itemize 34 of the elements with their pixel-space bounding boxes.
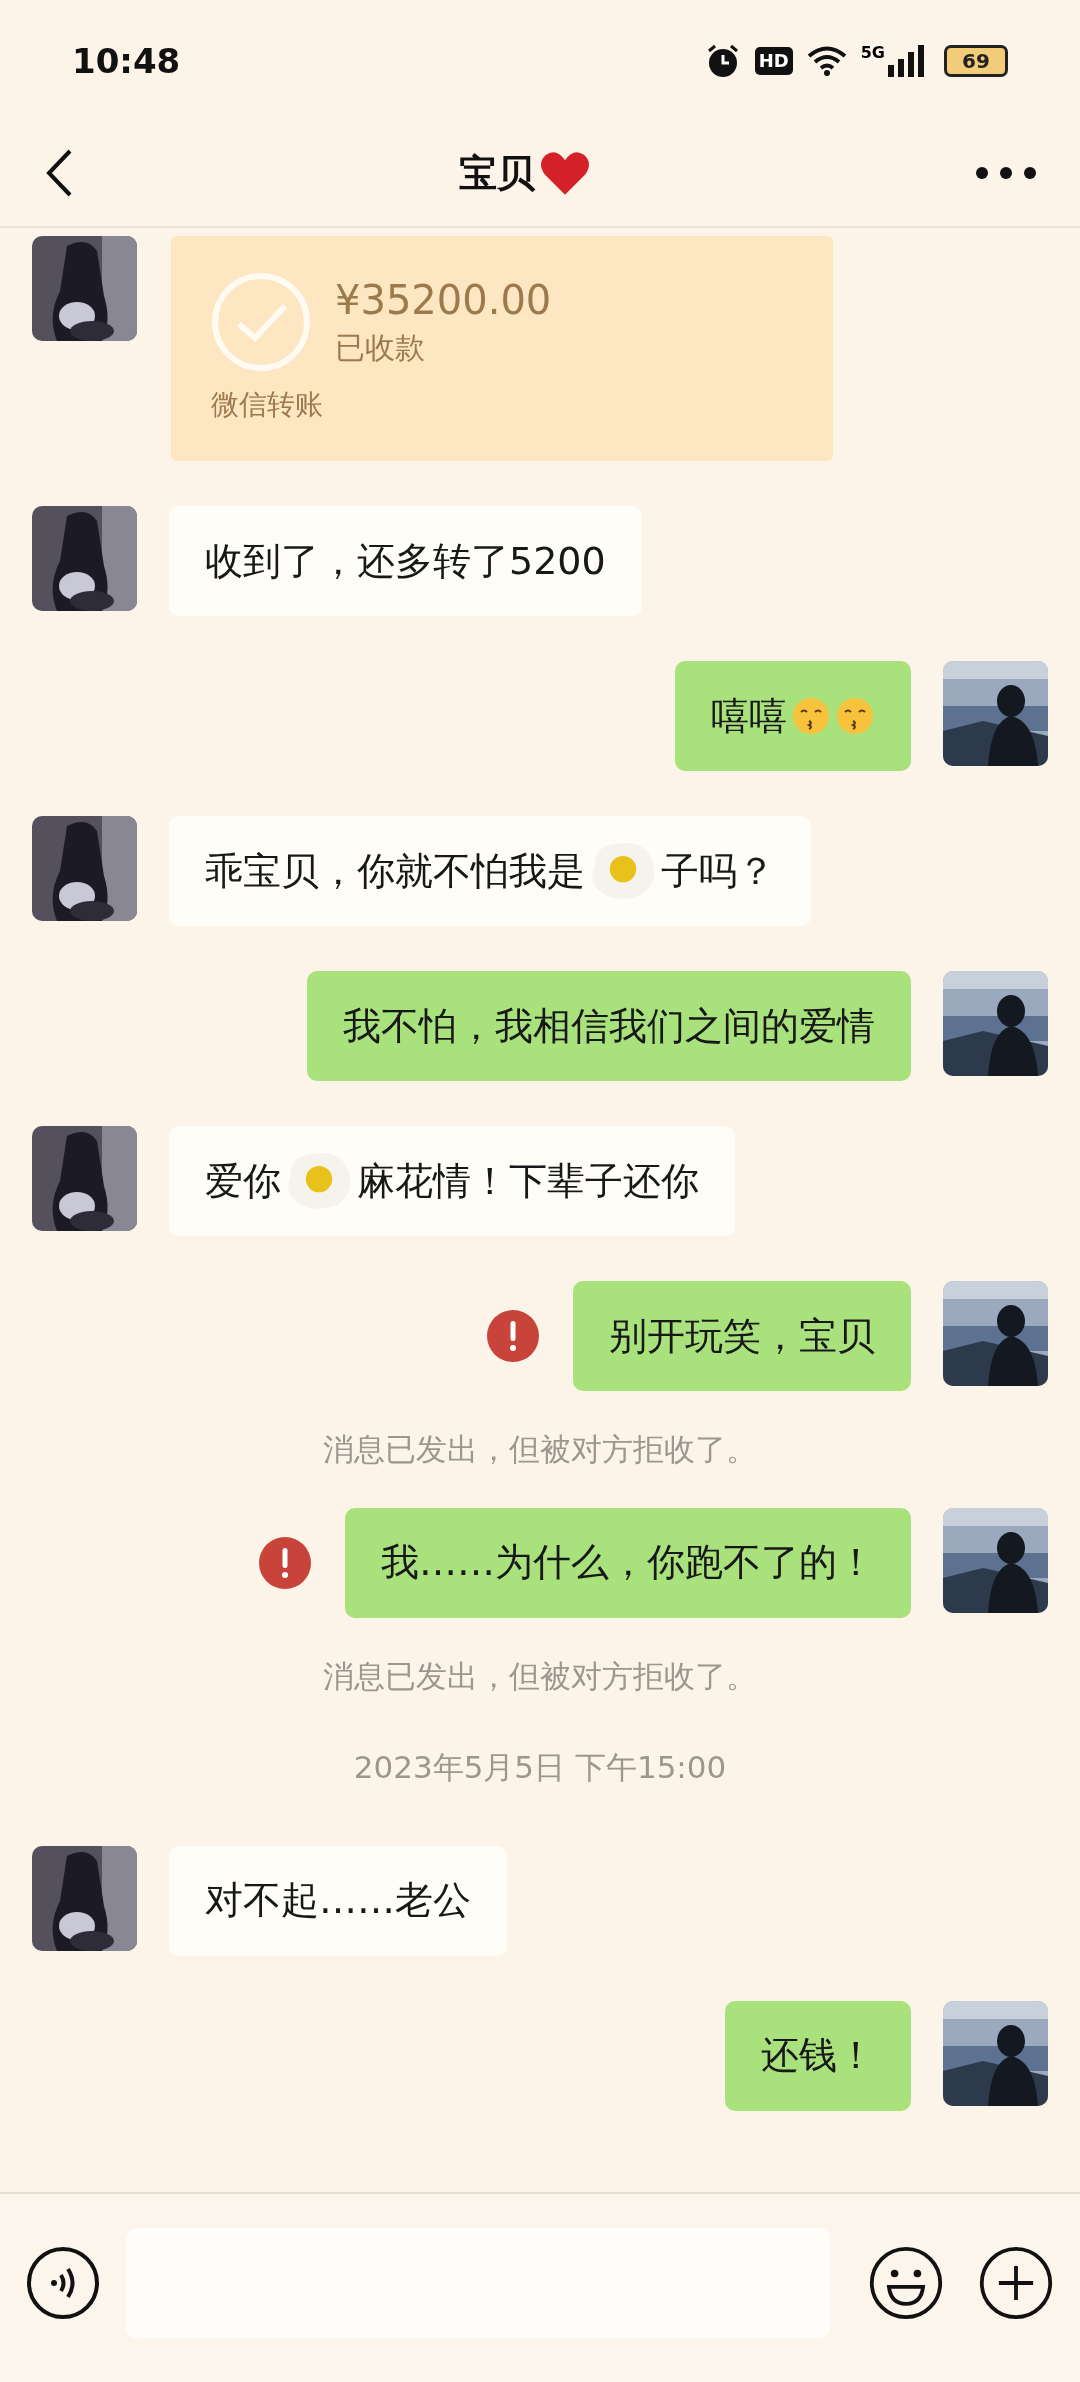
message-bubble: 我……为什么，你跑不了的！ bbox=[345, 1507, 911, 1618]
error-icon bbox=[259, 1536, 311, 1589]
wifi-icon bbox=[806, 45, 847, 77]
transfer-card[interactable]: ¥35200.00 已收款 微信转账 bbox=[171, 236, 833, 461]
battery-indicator: 69 bbox=[944, 45, 1008, 77]
transfer-label: 微信转账 bbox=[211, 387, 324, 423]
hd-badge: HD bbox=[754, 47, 793, 75]
voice-icon[interactable] bbox=[26, 2246, 100, 2320]
message-bubble: 别开玩笑，宝贝 bbox=[573, 1281, 911, 1391]
message-bubble: 对不起……老公 bbox=[169, 1845, 507, 1956]
message-bubble: 我不怕，我相信我们之间的爱情 bbox=[307, 971, 911, 1081]
message-bubble: 乖宝贝，你就不怕我是 子吗？ bbox=[169, 816, 811, 926]
status-time: 10:48 bbox=[72, 39, 181, 83]
system-notice: 消息已发出，但被对方拒收了。 bbox=[323, 1430, 757, 1469]
message-bubble: 收到了，还多转了5200 bbox=[169, 506, 642, 616]
kissing-face-icon bbox=[791, 696, 831, 736]
plus-icon[interactable] bbox=[978, 2245, 1054, 2321]
transfer-amount: ¥35200.00 bbox=[335, 275, 552, 325]
more-icon[interactable] bbox=[976, 167, 1036, 179]
message-bubble: 还钱！ bbox=[725, 2000, 911, 2111]
signal-icon bbox=[888, 45, 924, 77]
kissing-face-icon bbox=[835, 696, 875, 736]
message-bubble: 爱你 麻花情！下辈子还你 bbox=[169, 1126, 735, 1236]
check-circle-icon bbox=[211, 272, 311, 372]
transfer-status: 已收款 bbox=[335, 328, 426, 367]
timestamp: 2023年5月5日 下午15:00 bbox=[353, 1748, 727, 1787]
system-notice: 消息已发出，但被对方拒收了。 bbox=[323, 1656, 757, 1696]
emoji-icon[interactable] bbox=[868, 2245, 944, 2321]
message-bubble: 嘻嘻 bbox=[675, 661, 911, 771]
chat-title: 宝贝 bbox=[459, 149, 535, 197]
back-icon[interactable] bbox=[44, 148, 74, 198]
network-type: 5G bbox=[860, 45, 885, 61]
error-icon bbox=[487, 1310, 539, 1362]
heart-icon bbox=[539, 150, 591, 196]
